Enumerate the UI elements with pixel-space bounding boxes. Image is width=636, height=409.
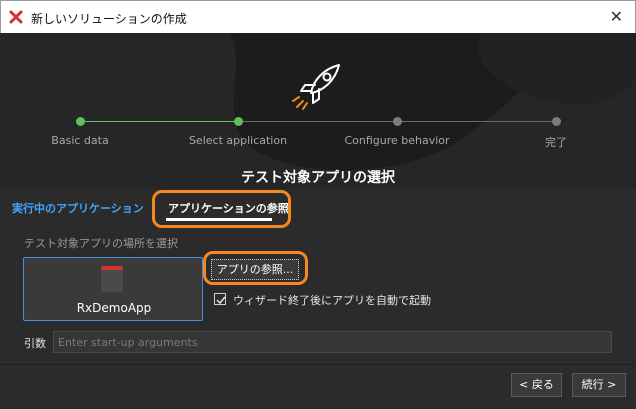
selected-application-card[interactable]: RxDemoApp	[23, 257, 203, 321]
close-icon[interactable]: ✕	[610, 7, 623, 27]
back-button[interactable]: < 戻る	[511, 373, 562, 397]
wizard-header: Basic data Select application Configure …	[0, 33, 636, 189]
step-dot-basic-data	[76, 117, 85, 126]
checkmark-icon	[216, 296, 226, 305]
footer-divider	[0, 364, 636, 365]
title-bar: 新しいソリューションの作成 ✕	[0, 0, 636, 33]
step-dot-configure-behavior	[393, 117, 402, 126]
callout-highlight-button	[203, 251, 308, 285]
section-label: テスト対象アプリの場所を選択	[24, 237, 178, 250]
rocket-icon	[292, 64, 340, 110]
autostart-label: ウィザード終了後にアプリを自動で起動	[233, 294, 431, 307]
page-title: テスト対象アプリの選択	[241, 170, 395, 186]
autostart-checkbox[interactable]	[214, 293, 226, 305]
arguments-input[interactable]	[53, 331, 612, 353]
step-label-configure-behavior: Configure behavior	[344, 134, 450, 147]
step-label-select-application: Select application	[188, 134, 288, 147]
callout-highlight-tab	[152, 190, 291, 228]
application-name: RxDemoApp	[76, 301, 152, 315]
step-label-finish: 完了	[545, 136, 567, 149]
next-button[interactable]: 続行 >	[572, 373, 626, 397]
step-dot-select-application	[234, 117, 243, 126]
tab-running-applications[interactable]: 実行中のアプリケーション	[12, 200, 144, 216]
progress-line-done	[80, 121, 238, 122]
step-dot-finish	[552, 117, 561, 126]
application-window-icon	[101, 266, 123, 292]
arguments-label: 引数	[24, 337, 46, 350]
step-label-basic-data: Basic data	[51, 134, 109, 147]
window-title: 新しいソリューションの作成	[31, 12, 187, 26]
ranorex-logo-icon	[9, 10, 23, 24]
